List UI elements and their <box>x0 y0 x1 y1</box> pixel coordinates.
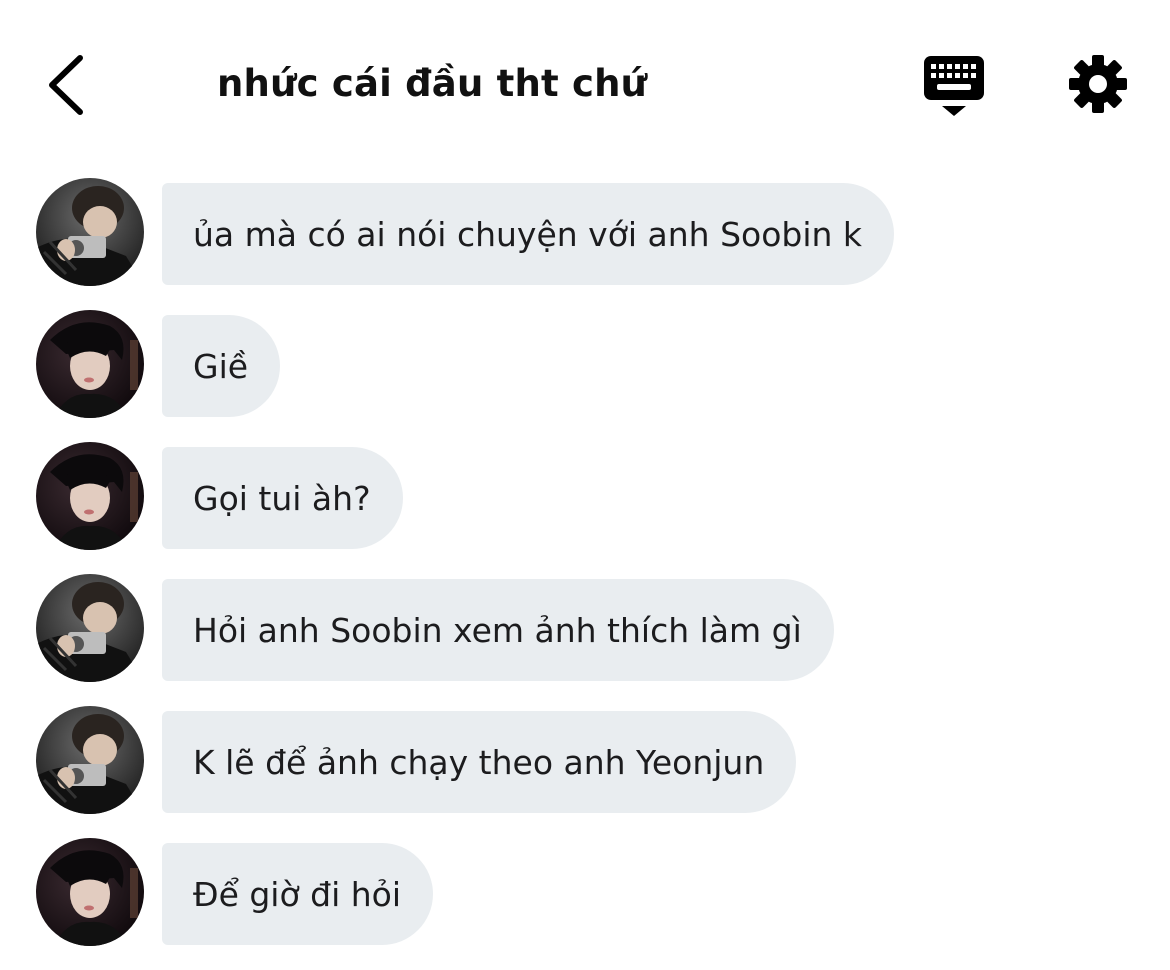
avatar[interactable] <box>36 442 144 550</box>
message-row: Hỏi anh Soobin xem ảnh thích làm gì <box>0 574 1170 684</box>
avatar[interactable] <box>36 706 144 814</box>
chat-title: nhức cái đầu tht chứ <box>217 62 648 105</box>
message-bubble[interactable]: Hỏi anh Soobin xem ảnh thích làm gì <box>162 579 834 681</box>
avatar[interactable] <box>36 310 144 418</box>
avatar[interactable] <box>36 574 144 682</box>
message-row: Giề <box>0 310 1170 420</box>
message-bubble[interactable]: K lẽ để ảnh chạy theo anh Yeonjun <box>162 711 797 813</box>
message-row: K lẽ để ảnh chạy theo anh Yeonjun <box>0 706 1170 816</box>
message-row: ủa mà có ai nói chuyện với anh Soobin k <box>0 178 1170 288</box>
gear-icon <box>1069 55 1127 113</box>
message-row: Để giờ đi hỏi <box>0 838 1170 948</box>
avatar[interactable] <box>36 838 144 946</box>
back-button[interactable] <box>40 50 96 120</box>
message-text: Gọi tui àh? <box>193 478 371 518</box>
message-text: Hỏi anh Soobin xem ảnh thích làm gì <box>193 610 802 650</box>
message-bubble[interactable]: Gọi tui àh? <box>162 447 403 549</box>
settings-button[interactable] <box>1066 52 1130 116</box>
message-bubble[interactable]: Để giờ đi hỏi <box>162 843 434 945</box>
message-text: K lẽ để ảnh chạy theo anh Yeonjun <box>193 742 765 782</box>
chat-header: nhức cái đầu tht chứ <box>0 0 1170 165</box>
avatar[interactable] <box>36 178 144 286</box>
keyboard-dismiss-icon <box>924 56 984 116</box>
message-text: Để giờ đi hỏi <box>193 874 402 914</box>
message-bubble[interactable]: Giề <box>162 315 281 417</box>
message-bubble[interactable]: ủa mà có ai nói chuyện với anh Soobin k <box>162 183 895 285</box>
chevron-left-icon <box>49 55 83 115</box>
message-row: Gọi tui àh? <box>0 442 1170 552</box>
message-text: Giề <box>193 346 249 386</box>
message-text: ủa mà có ai nói chuyện với anh Soobin k <box>193 214 863 254</box>
keyboard-toggle-button[interactable] <box>920 52 988 120</box>
